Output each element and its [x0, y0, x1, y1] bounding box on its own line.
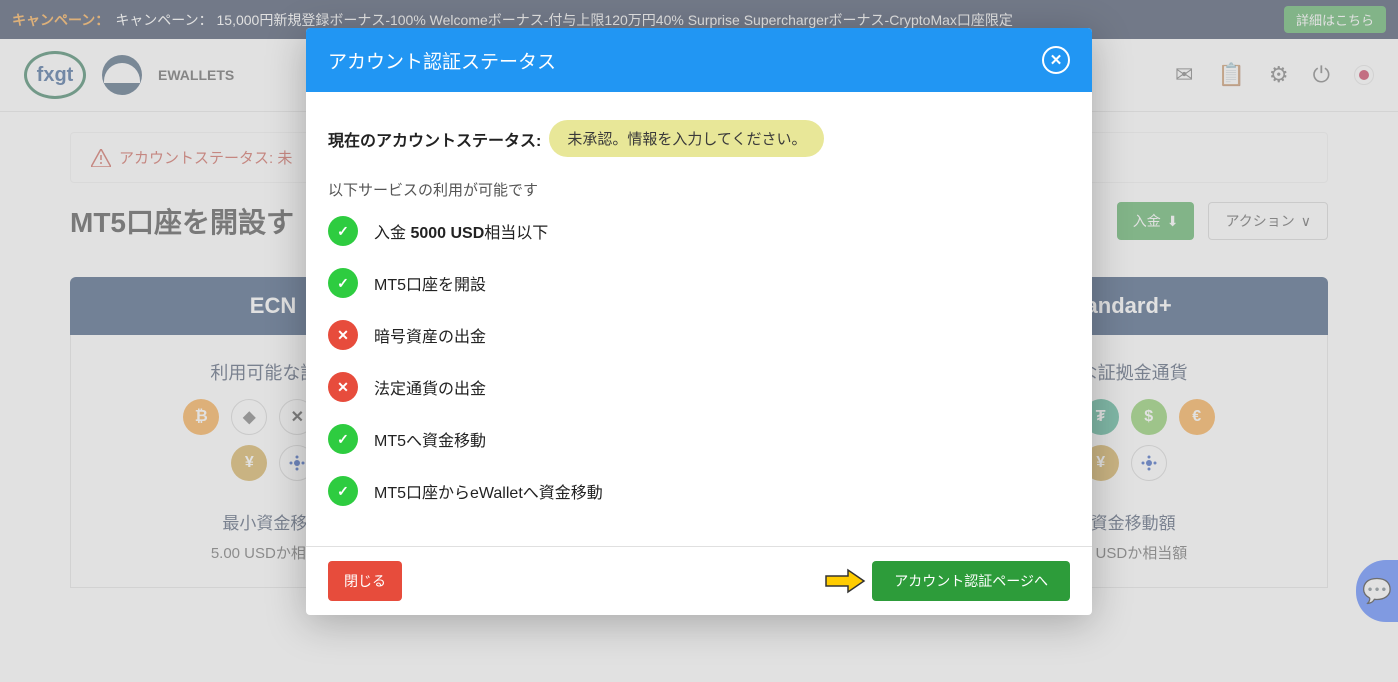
check-icon: ✓: [328, 476, 358, 506]
check-icon: ✓: [328, 424, 358, 454]
modal-overlay: アカウント認証ステータス ✕ 現在のアカウントステータス: 未承認。情報を入力し…: [0, 0, 1398, 682]
verification-modal: アカウント認証ステータス ✕ 現在のアカウントステータス: 未承認。情報を入力し…: [306, 28, 1092, 615]
modal-title: アカウント認証ステータス: [328, 47, 556, 74]
status-label: 現在のアカウントステータス:: [328, 127, 541, 151]
close-icon[interactable]: ✕: [1042, 46, 1070, 74]
check-item-label: MT5へ資金移動: [374, 427, 486, 451]
check-item: ✕ 暗号資産の出金: [328, 320, 1070, 350]
status-badge: 未承認。情報を入力してください。: [549, 120, 824, 157]
check-item: ✓ MT5口座からeWalletへ資金移動: [328, 476, 1070, 506]
check-item-label: 入金 5000 USD相当以下: [374, 219, 548, 243]
modal-subtitle: 以下サービスの利用が可能です: [328, 179, 1070, 200]
check-item-label: 法定通貨の出金: [374, 375, 486, 399]
check-item-label: 暗号資産の出金: [374, 323, 486, 347]
check-icon: ✓: [328, 216, 358, 246]
check-item: ✕ 法定通貨の出金: [328, 372, 1070, 402]
check-item: ✓ MT5へ資金移動: [328, 424, 1070, 454]
cross-icon: ✕: [328, 372, 358, 402]
check-item-label: MT5口座を開設: [374, 271, 486, 295]
check-icon: ✓: [328, 268, 358, 298]
verify-account-button[interactable]: アカウント認証ページへ: [872, 561, 1070, 601]
check-item-label: MT5口座からeWalletへ資金移動: [374, 479, 603, 503]
check-item: ✓ MT5口座を開設: [328, 268, 1070, 298]
cross-icon: ✕: [328, 320, 358, 350]
close-button[interactable]: 閉じる: [328, 561, 402, 601]
check-item: ✓ 入金 5000 USD相当以下: [328, 216, 1070, 246]
pointer-arrow-icon: [824, 568, 866, 594]
